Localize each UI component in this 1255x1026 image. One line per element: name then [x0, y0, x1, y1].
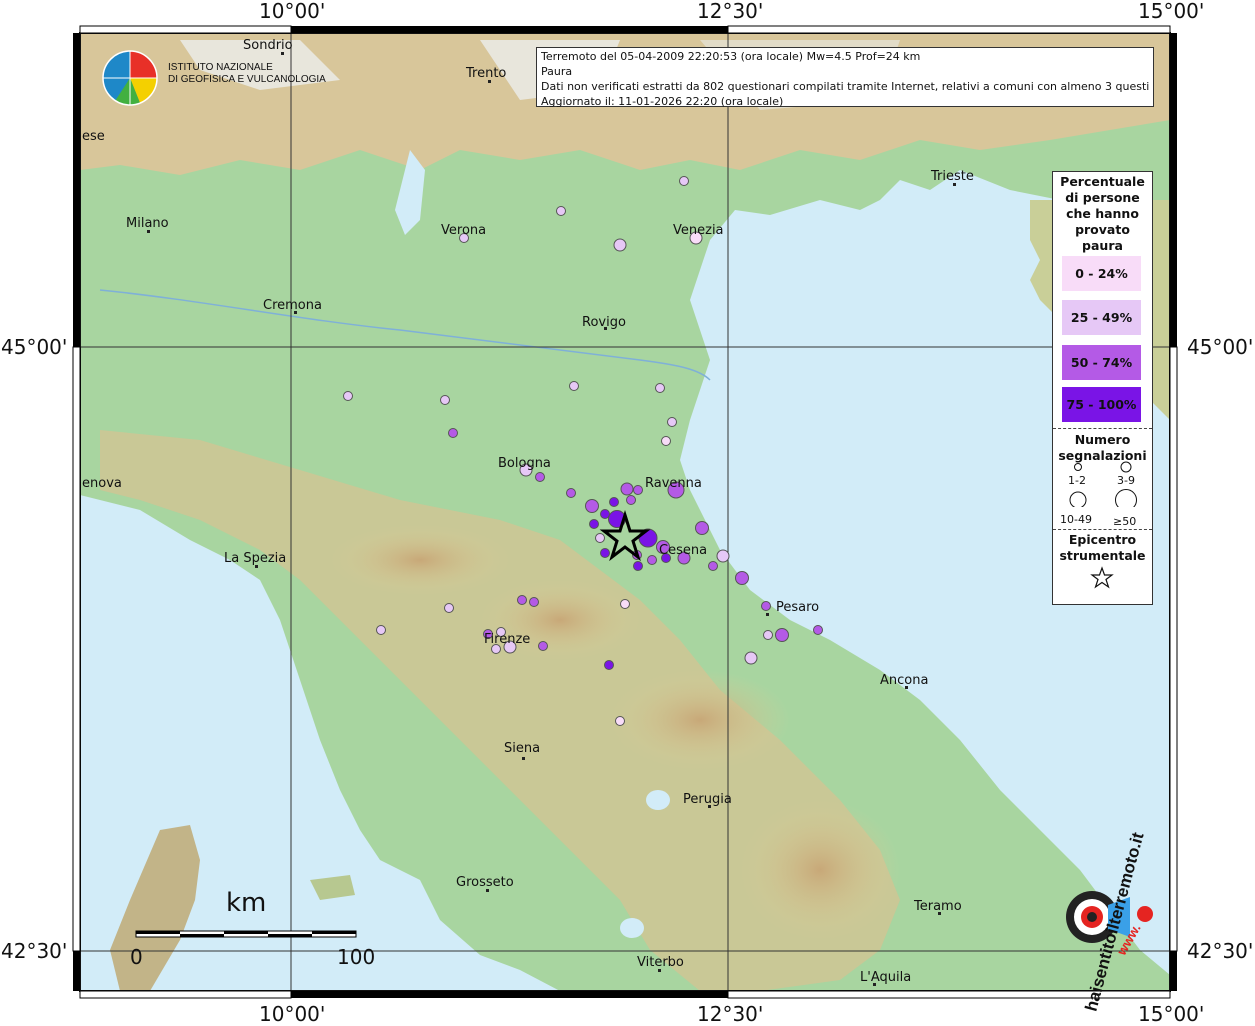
city-cremona: Cremona	[263, 298, 322, 313]
event-line: Terremoto del 05-04-2009 22:20:53 (ora l…	[541, 50, 921, 63]
parameter-line: Paura	[541, 65, 573, 78]
legend-star-icon	[1090, 566, 1114, 589]
city-perugia: Perugia	[683, 792, 732, 807]
city-viterbo: Viterbo	[637, 955, 684, 970]
city-genova: enova	[82, 476, 122, 491]
legend-class-50-74: 50 - 74%	[1062, 345, 1141, 380]
city-rovigo: Rovigo	[582, 315, 626, 330]
legend: Percentuale di persone che hanno provato…	[1052, 171, 1153, 605]
city-firenze: Firenze	[484, 632, 531, 647]
city-sondrio: Sondrio	[243, 38, 293, 53]
city-ravenna: Ravenna	[645, 476, 702, 491]
lat-label-left-1: 45°00'	[1, 335, 68, 359]
legend-class-25-49: 25 - 49%	[1062, 300, 1141, 335]
lat-label-right-1: 45°00'	[1187, 335, 1254, 359]
city-bologna: Bologna	[498, 456, 551, 471]
city-verona: Verona	[441, 223, 487, 238]
ingv-globe-icon	[102, 50, 158, 106]
city-ancona: Ancona	[880, 673, 929, 688]
city-pesaro: Pesaro	[776, 600, 820, 615]
city-trento: Trento	[466, 66, 507, 81]
city-varese: ese	[82, 129, 105, 144]
scale-start: 0	[130, 945, 143, 969]
legend-size-50plus: ≥50	[1113, 515, 1137, 528]
city-venezia: Venezia	[673, 223, 724, 238]
scale-unit: km	[226, 888, 267, 918]
legend-title: Percentuale di persone che hanno provato…	[1060, 174, 1145, 253]
ingv-logo-text: ISTITUTO NAZIONALE DI GEOFISICA E VULCAN…	[168, 62, 326, 86]
data-note-line: Dati non verificati estratti da 802 ques…	[541, 80, 1149, 93]
lat-label-left-2: 42°30'	[1, 939, 68, 963]
ingv-logo-line2: DI GEOFISICA E VULCANOLOGIA	[168, 74, 326, 85]
lon-label-bottom-1: 10°00'	[259, 1002, 326, 1026]
legend-size-10-49: 10-49	[1060, 513, 1092, 526]
lat-label-right-2: 42°30'	[1187, 939, 1254, 963]
legend-class-75-100: 75 - 100%	[1062, 387, 1141, 422]
legend-epicenter-title: Epicentro strumentale	[1059, 532, 1146, 563]
updated-line: Aggiornato il: 11-01-2026 22:20 (ora loc…	[541, 95, 784, 108]
lon-label-top-2: 12°30'	[697, 0, 764, 23]
lon-label-bottom-3: 15°00'	[1138, 1002, 1205, 1026]
city-laquila: L'Aquila	[860, 970, 912, 985]
lon-label-top-1: 10°00'	[259, 0, 326, 23]
lon-label-top-3: 15°00'	[1138, 0, 1205, 23]
legend-divider-2	[1053, 529, 1152, 530]
legend-size-1-2: 1-2	[1068, 474, 1086, 487]
lon-label-bottom-2: 12°30'	[697, 1002, 764, 1026]
event-info-box: Terremoto del 05-04-2009 22:20:53 (ora l…	[536, 47, 1154, 108]
city-la-spezia: La Spezia	[224, 551, 287, 566]
legend-divider-1	[1053, 428, 1152, 429]
city-grosseto: Grosseto	[456, 875, 514, 890]
legend-class-0-24: 0 - 24%	[1062, 256, 1141, 291]
city-cesena: Cesena	[659, 543, 708, 558]
city-milano: Milano	[126, 216, 169, 231]
ingv-logo-line1: ISTITUTO NAZIONALE	[168, 62, 273, 73]
city-siena: Siena	[504, 741, 541, 756]
city-teramo: Teramo	[914, 899, 962, 914]
scale-end: 100	[337, 945, 376, 969]
legend-size-3-9: 3-9	[1117, 474, 1135, 487]
city-trieste: Trieste	[931, 169, 974, 184]
scale-bar	[135, 930, 357, 938]
